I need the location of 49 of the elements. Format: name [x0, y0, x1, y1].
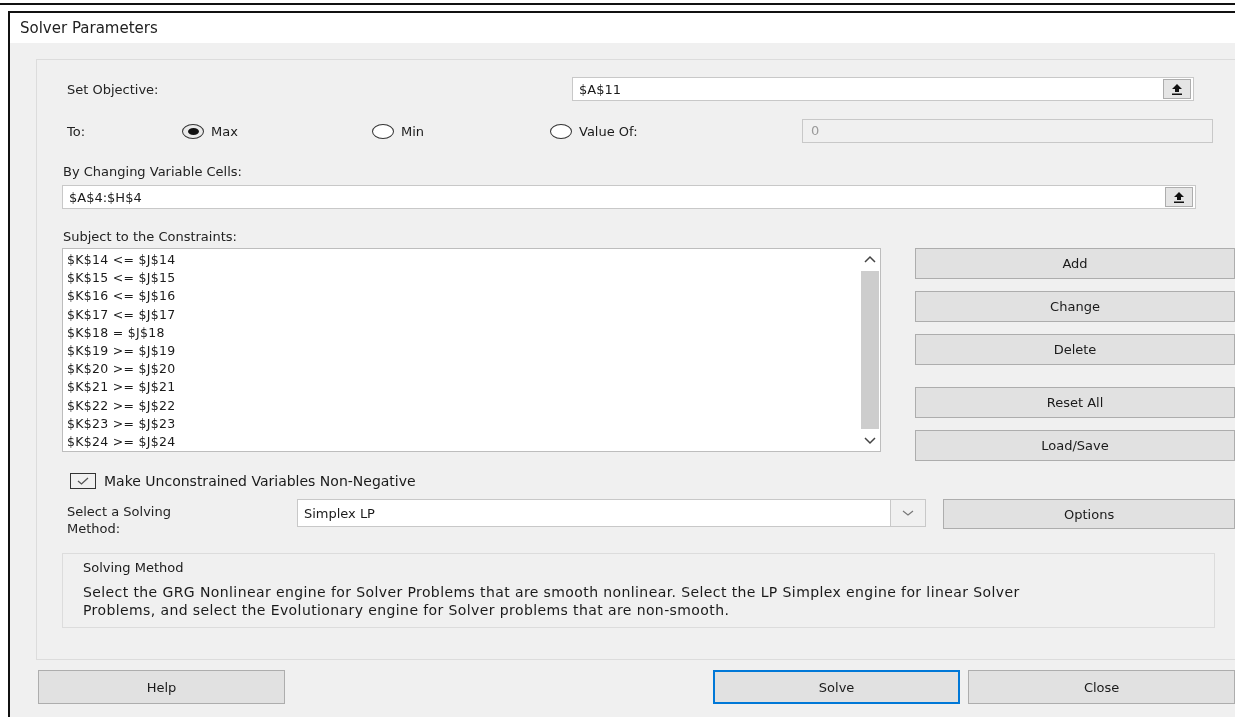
- dialog-button[interactable]: Close: [968, 670, 1235, 704]
- constraint-button[interactable]: Add: [915, 248, 1235, 279]
- dialog-button[interactable]: Help: [38, 670, 286, 704]
- scrollbar-thumb[interactable]: [861, 271, 879, 429]
- constraint-button[interactable]: Load/Save: [915, 430, 1235, 461]
- radio-label: Max: [211, 123, 238, 139]
- variable-cells-label: By Changing Variable Cells:: [63, 164, 243, 179]
- constraint-item[interactable]: $K$19 >= $J$19: [67, 342, 176, 361]
- scroll-up-icon[interactable]: [864, 255, 876, 263]
- dialog-button[interactable]: Solve: [713, 670, 961, 704]
- upload-arrow-icon: [1171, 83, 1183, 95]
- radio-label: Min: [401, 123, 425, 139]
- solving-method-dropdown[interactable]: Simplex LP: [296, 499, 927, 527]
- constraint-item[interactable]: $K$21 >= $J$21: [67, 378, 176, 397]
- checkbox[interactable]: [70, 473, 96, 489]
- upload-arrow-icon: [1173, 191, 1185, 203]
- variable-cells-field[interactable]: $A$4:$H$4: [62, 185, 1196, 209]
- radio-label: Value Of:: [579, 123, 638, 139]
- collapse-button[interactable]: [1165, 187, 1193, 207]
- constraint-item[interactable]: $K$15 <= $J$15: [67, 269, 176, 288]
- window-title: Solver Parameters: [20, 19, 158, 37]
- to-label: To:: [67, 123, 87, 139]
- description-text: Select the GRG Nonlinear engine for Solver Problems that are smooth nonlinear. Select the LP Simplex engine for linear Solver Problems, and select the Evolutionary engine for Solver problems that are non-smooth.: [83, 583, 1021, 619]
- constraint-item[interactable]: $K$16 <= $J$16: [67, 287, 176, 306]
- solving-method-label: Select a Solving Method:: [67, 503, 172, 537]
- constraint-item[interactable]: $K$17 <= $J$17: [67, 305, 176, 324]
- radio-button[interactable]: [372, 123, 394, 139]
- group-title: Solving Method: [83, 560, 185, 575]
- checkbox-label: Make Unconstrained Variables Non-Negative: [104, 473, 416, 489]
- constraint-item[interactable]: $K$18 = $J$18: [67, 323, 176, 342]
- constraint-item[interactable]: $K$20 >= $J$20: [67, 360, 176, 379]
- constraints-list[interactable]: $K$14 <= $J$14 $K$15 <= $J$15 $K$16 <= $J$16 $K$17 <= $J$17 $K$18 = $J$18 $K$19 >= $J$19 $K$20 >= $J$20 $K$21 >= $J$21 $K$22 >= $J$22 $K$23 >= $J$23 $K$24 >= $J$24: [62, 248, 881, 452]
- dropdown-caret-icon: [902, 509, 915, 517]
- scroll-down-icon[interactable]: [864, 437, 876, 445]
- constraint-button[interactable]: Change: [915, 291, 1235, 322]
- constraints-label: Subject to the Constraints:: [63, 229, 238, 244]
- constraint-button[interactable]: Delete: [915, 334, 1235, 365]
- radio-button[interactable]: [550, 123, 572, 139]
- radio-button[interactable]: [182, 123, 204, 139]
- constraint-item[interactable]: $K$24 >= $J$24: [67, 433, 176, 452]
- constraint-button[interactable]: Reset All: [915, 387, 1235, 418]
- constraint-item[interactable]: $K$22 >= $J$22: [67, 396, 176, 415]
- constraint-item[interactable]: $K$14 <= $J$14: [67, 251, 176, 270]
- objective-label: Set Objective:: [67, 81, 160, 97]
- objective-field[interactable]: $A$11: [572, 77, 1194, 101]
- options-button[interactable]: Options: [943, 499, 1235, 529]
- check-icon: [76, 476, 90, 486]
- collapse-button[interactable]: [1163, 79, 1191, 99]
- constraint-item[interactable]: $K$23 >= $J$23: [67, 414, 176, 434]
